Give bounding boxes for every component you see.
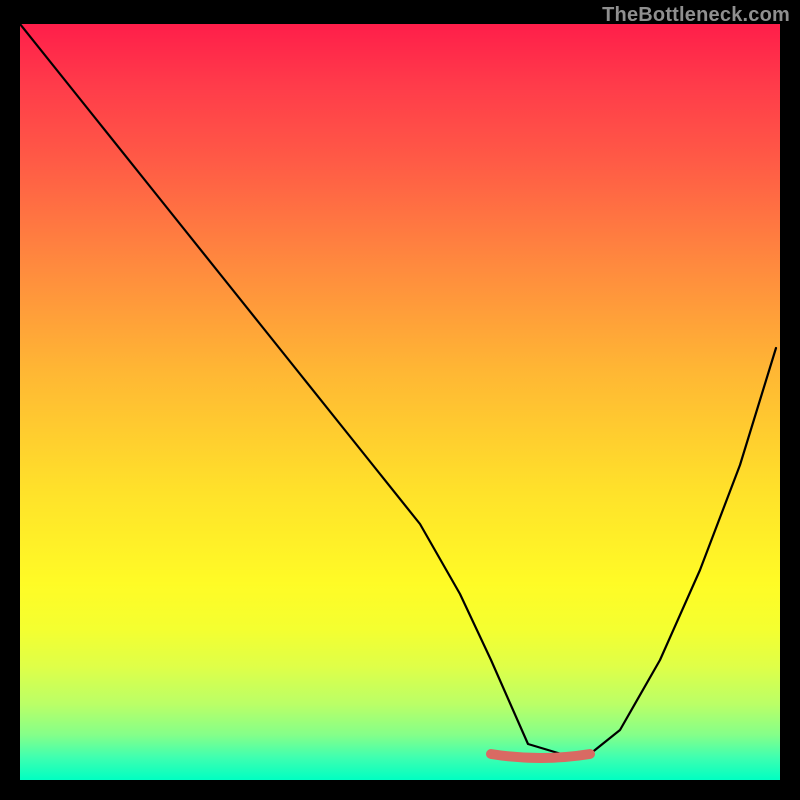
- curve-svg: [20, 24, 780, 780]
- plot-area: [20, 24, 780, 780]
- chart-frame: TheBottleneck.com: [0, 0, 800, 800]
- valley-highlight: [491, 754, 590, 758]
- bottleneck-curve: [20, 24, 776, 756]
